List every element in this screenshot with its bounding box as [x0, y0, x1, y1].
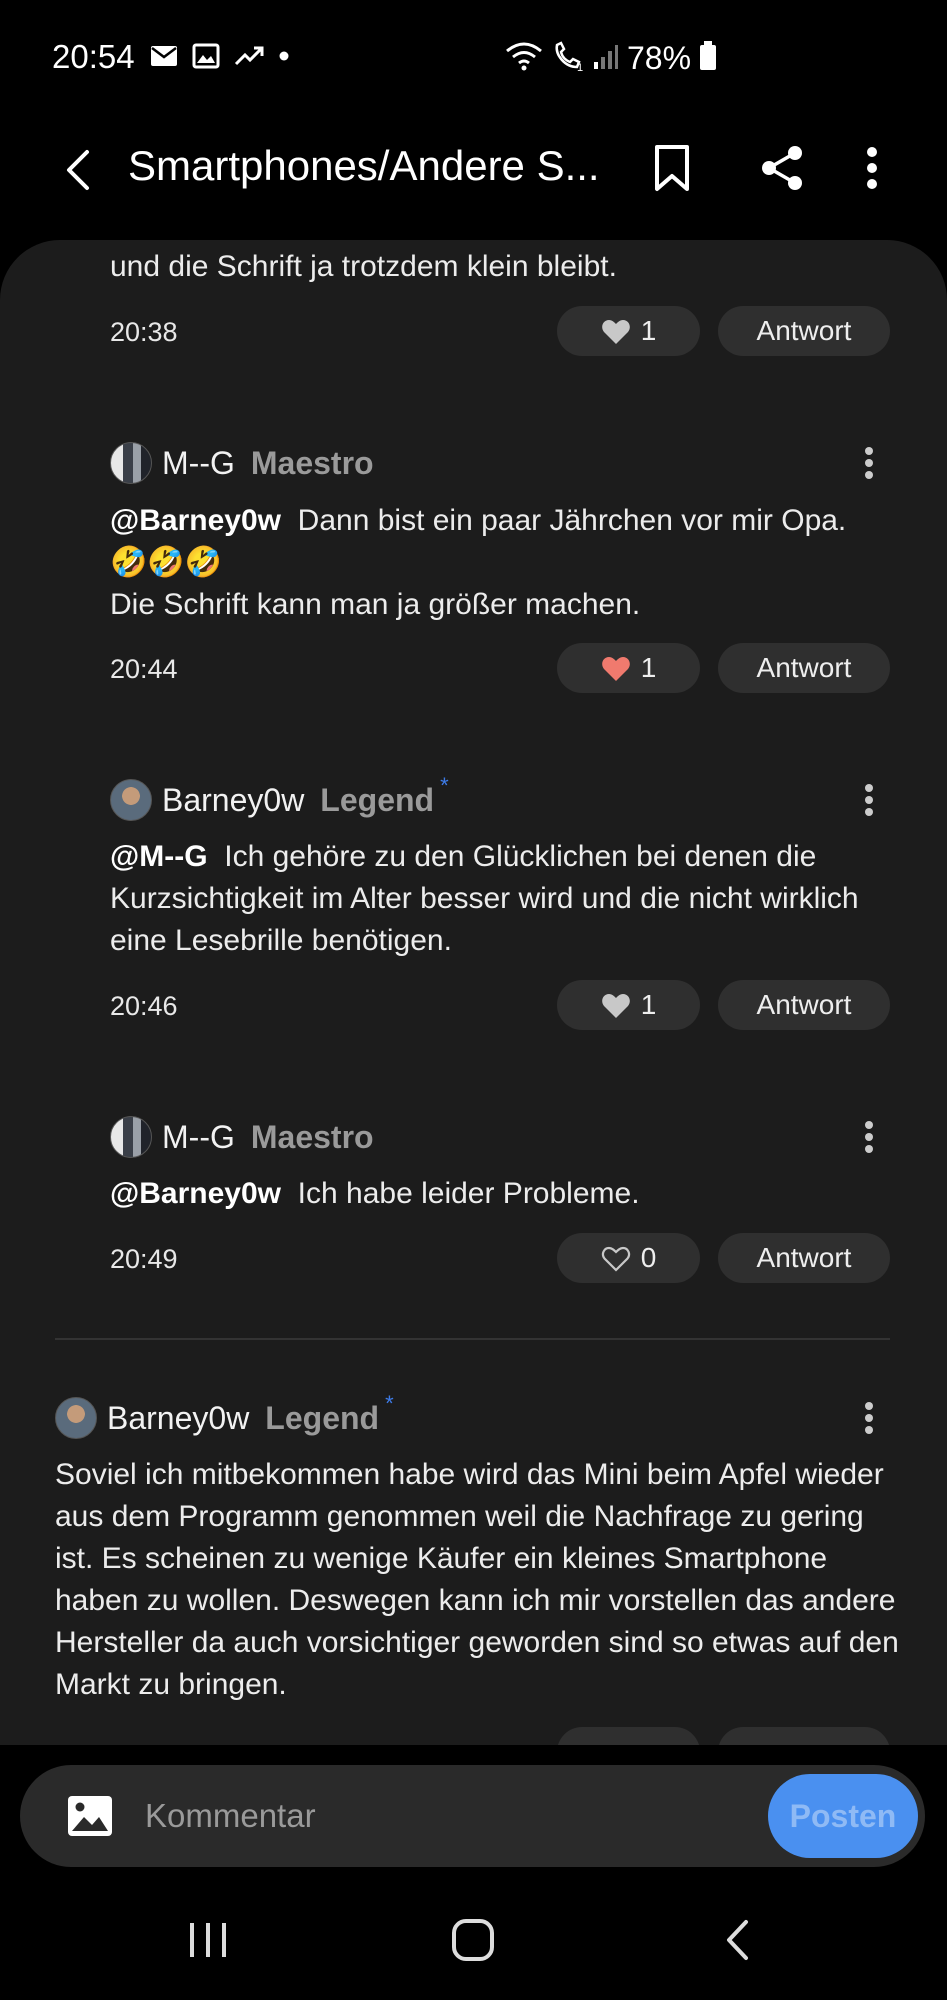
- author-name: Barney0w: [162, 781, 305, 818]
- comment-author[interactable]: Barney0w Legend *: [55, 1391, 394, 1441]
- comment-author[interactable]: M--G Maestro: [110, 1114, 374, 1160]
- mention-link[interactable]: @Barney0w: [110, 504, 281, 537]
- like-count: 1: [640, 989, 657, 1020]
- reply-button[interactable]: Antwort: [718, 1233, 890, 1283]
- post-button[interactable]: Posten: [768, 1774, 918, 1858]
- navigation-bar: [0, 1880, 947, 2000]
- comment-more-button[interactable]: [849, 780, 889, 820]
- avatar: [110, 779, 152, 821]
- comment-more-button[interactable]: [849, 443, 889, 483]
- like-button[interactable]: 1: [557, 643, 700, 693]
- author-name: M--G: [162, 444, 235, 481]
- signal-icon: [593, 42, 619, 75]
- comment-text-body: Ich gehöre zu den Glücklichen bei denen …: [110, 840, 859, 957]
- comment-text: Soviel ich mitbekommen habe wird das Min…: [55, 1458, 899, 1701]
- app-bar: Smartphones/Andere S...: [0, 110, 947, 240]
- avatar: [110, 442, 152, 484]
- comment-input-bar: Posten: [20, 1765, 925, 1867]
- mail-icon: [150, 45, 178, 72]
- rank-mark: *: [440, 773, 449, 798]
- avatar: [110, 1116, 152, 1158]
- recents-button[interactable]: [163, 1895, 253, 1985]
- comment-time: 20:44: [110, 654, 178, 684]
- comment-time: 20:46: [110, 991, 178, 1021]
- reply-button[interactable]: Antwort: [718, 306, 890, 356]
- thread-divider: [55, 1338, 890, 1340]
- status-bar: 20:54 1 78%: [0, 0, 947, 110]
- like-count: 1: [640, 652, 657, 683]
- reply-button[interactable]: [718, 1727, 890, 1745]
- author-rank: Legend: [265, 1399, 380, 1436]
- nav-back-button[interactable]: [693, 1895, 783, 1985]
- trend-icon: [234, 45, 264, 72]
- battery-icon: [699, 40, 717, 76]
- comment-time: 20:38: [110, 317, 178, 347]
- page-title: Smartphones/Andere S...: [128, 142, 600, 189]
- heart-filled-icon: [601, 993, 630, 1018]
- back-button[interactable]: [48, 140, 108, 200]
- more-vert-icon: [865, 1402, 873, 1434]
- svg-text:1: 1: [577, 62, 583, 71]
- home-button[interactable]: [428, 1895, 518, 1985]
- image-icon: [68, 1796, 112, 1836]
- author-rank: Legend: [320, 781, 435, 818]
- more-vert-icon: [865, 784, 873, 816]
- more-vert-icon: [865, 447, 873, 479]
- comment-author[interactable]: M--G Maestro: [110, 440, 374, 486]
- avatar: [55, 1397, 97, 1439]
- dot-icon: [278, 49, 290, 67]
- wifi-call-icon: 1: [551, 40, 585, 76]
- heart-filled-icon: [601, 656, 630, 681]
- comment-input[interactable]: [145, 1789, 645, 1843]
- more-options-button[interactable]: [840, 136, 904, 200]
- image-icon: [192, 43, 220, 74]
- bookmark-button[interactable]: [640, 136, 704, 200]
- comment-more-button[interactable]: [849, 1398, 889, 1438]
- like-button[interactable]: 1: [557, 980, 700, 1030]
- comment-text-line: Die Schrift kann man ja größer machen.: [110, 588, 641, 621]
- comment-text: und die Schrift ja trotzdem klein bleibt…: [110, 250, 617, 283]
- attach-image-button[interactable]: [65, 1791, 115, 1841]
- mention-link[interactable]: @Barney0w: [110, 1177, 281, 1210]
- share-icon: [762, 146, 802, 190]
- like-button[interactable]: 0: [557, 1233, 700, 1283]
- heart-filled-icon: [601, 319, 630, 344]
- author-rank: Maestro: [250, 1118, 374, 1155]
- emoji-row: 🤣🤣🤣: [110, 546, 223, 579]
- more-vert-icon: [867, 147, 877, 189]
- wifi-icon: [505, 41, 543, 76]
- more-vert-icon: [865, 1121, 873, 1153]
- share-button[interactable]: [750, 136, 814, 200]
- comment-text: @Barney0w Ich habe leider Probleme.: [110, 1173, 890, 1215]
- like-button[interactable]: [557, 1727, 700, 1745]
- mention-link[interactable]: @M--G: [110, 840, 208, 873]
- reply-button[interactable]: Antwort: [718, 643, 890, 693]
- like-button[interactable]: 1: [557, 306, 700, 356]
- back-icon: [67, 150, 89, 190]
- comment-text: @Barney0w Dann bist ein paar Jährchen vo…: [110, 500, 900, 542]
- reply-button[interactable]: Antwort: [718, 980, 890, 1030]
- system-icons: 1 78%: [505, 38, 717, 78]
- like-count: 1: [640, 315, 657, 346]
- comment-text-line: Dann bist ein paar Jährchen vor mir Opa.: [297, 504, 847, 537]
- comments-list[interactable]: und die Schrift ja trotzdem klein bleibt…: [0, 240, 947, 1745]
- status-time: 20:54: [52, 38, 135, 75]
- recents-icon: [190, 1923, 226, 1957]
- rank-mark: *: [385, 1391, 394, 1416]
- heart-outline-icon: [601, 1246, 630, 1272]
- comment-more-button[interactable]: [849, 1117, 889, 1157]
- home-icon: [452, 1919, 494, 1961]
- like-count: 0: [640, 1242, 657, 1273]
- comment-author[interactable]: Barney0w Legend *: [110, 773, 449, 823]
- author-name: Barney0w: [107, 1399, 250, 1436]
- notification-icons: [150, 40, 290, 76]
- comment-time: 20:49: [110, 1244, 178, 1274]
- author-rank: Maestro: [250, 444, 374, 481]
- author-name: M--G: [162, 1118, 235, 1155]
- bookmark-icon: [655, 145, 689, 191]
- comment-text: @M--G Ich gehöre zu den Glücklichen bei …: [110, 836, 890, 962]
- comment-text-body: Ich habe leider Probleme.: [297, 1177, 640, 1210]
- back-nav-icon: [727, 1920, 748, 1960]
- battery-percent: 78%: [627, 39, 692, 76]
